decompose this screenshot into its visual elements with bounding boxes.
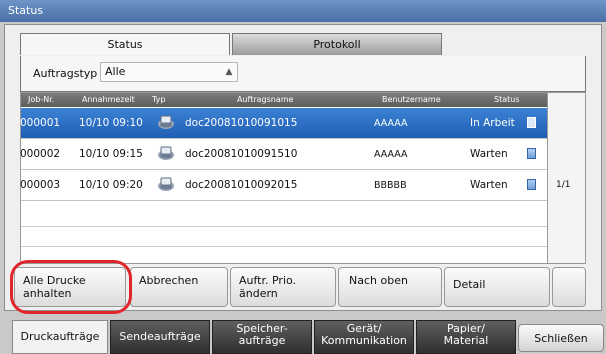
user-name: BBBBB <box>374 180 407 191</box>
highlight-ring <box>10 260 132 314</box>
tab-device-communication[interactable]: Gerät/ Kommunikation <box>314 320 414 354</box>
job-number: 000003 <box>20 179 61 191</box>
column-time: Annahmezeit <box>82 95 135 104</box>
button-label-line: Auftr. Prio. <box>239 274 297 287</box>
job-status-icon <box>527 179 536 190</box>
tab-paper-supplies[interactable]: Papier/ Material <box>416 320 516 354</box>
window-title: Status <box>8 4 44 17</box>
table-row[interactable]: 000001 10/10 09:10 doc20081010091015 AAA… <box>20 108 547 139</box>
job-status: Warten <box>470 148 508 160</box>
accept-time: 10/10 09:20 <box>79 179 143 191</box>
tab-storage-jobs[interactable]: Speicher- aufträge <box>212 320 312 354</box>
row-divider <box>21 226 547 227</box>
job-type-label: Auftragstyp <box>33 67 98 80</box>
printer-icon <box>158 177 174 191</box>
column-job-nr: Job-Nr. <box>28 95 55 104</box>
cancel-button[interactable]: Abbrechen <box>130 267 228 307</box>
job-status: Warten <box>470 179 508 191</box>
window-title-bar: Status <box>0 0 606 22</box>
table-row[interactable]: 000002 10/10 09:15 doc20081010091510 AAA… <box>20 139 547 170</box>
column-type: Typ <box>152 95 166 104</box>
row-divider <box>21 246 547 247</box>
job-status: In Arbeit <box>470 117 515 129</box>
tab-label-line: Material <box>443 334 489 347</box>
job-status-icon <box>527 148 536 159</box>
tab-protokoll[interactable]: Protokoll <box>232 33 442 55</box>
tab-status[interactable]: Status <box>20 33 230 55</box>
user-name: AAAAA <box>374 149 408 160</box>
column-status: Status <box>494 95 520 104</box>
tab-label-line: Kommunikation <box>321 334 407 347</box>
job-name: doc20081010091015 <box>185 117 298 129</box>
table-row[interactable]: 000003 10/10 09:20 doc20081010092015 BBB… <box>20 170 547 201</box>
printer-icon <box>158 115 174 129</box>
job-name: doc20081010091510 <box>185 148 298 160</box>
printer-icon <box>158 146 174 160</box>
user-name: AAAAA <box>374 118 408 129</box>
detail-button[interactable]: Detail <box>444 267 550 307</box>
job-number: 000001 <box>20 117 61 129</box>
button-label-line: ändern <box>239 287 278 300</box>
column-job-name: Auftragsname <box>237 95 294 104</box>
job-type-value: Alle <box>105 65 126 78</box>
tab-print-jobs[interactable]: Druckaufträge <box>12 320 108 354</box>
accept-time: 10/10 09:15 <box>79 148 143 160</box>
job-number: 000002 <box>20 148 61 160</box>
accept-time: 10/10 09:10 <box>79 117 143 129</box>
job-name: doc20081010092015 <box>185 179 298 191</box>
change-priority-button[interactable]: Auftr. Prio. ändern <box>230 267 336 307</box>
page-counter: 1/1 <box>556 180 571 190</box>
dropdown-arrow-icon[interactable]: ▲ <box>222 65 236 79</box>
tab-label-line: aufträge <box>238 334 286 347</box>
move-to-top-button[interactable]: Nach oben <box>338 267 442 307</box>
close-button[interactable]: Schließen <box>518 324 604 352</box>
blank-button <box>552 267 586 307</box>
page-scroll-area[interactable] <box>548 92 586 264</box>
tab-send-jobs[interactable]: Sendeaufträge <box>110 320 210 354</box>
column-user: Benutzername <box>382 95 441 104</box>
job-status-icon <box>527 117 536 128</box>
